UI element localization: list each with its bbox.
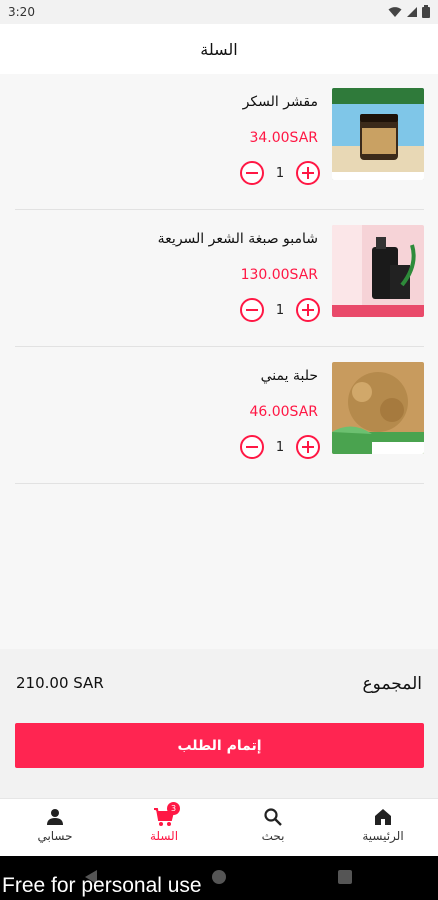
status-time: 3:20	[8, 5, 35, 19]
cart-item: شامبو صبغة الشعر السريعة 130.00SAR 1	[15, 211, 424, 347]
quantity-value: 1	[275, 165, 285, 181]
home-icon	[375, 809, 391, 825]
battery-icon	[422, 5, 430, 18]
decrease-quantity-button[interactable]	[240, 435, 264, 459]
product-name: مقشر السكر	[242, 94, 318, 110]
cart-count-badge: 3	[167, 802, 180, 815]
page-title: السلة	[200, 39, 238, 59]
quantity-value: 1	[275, 302, 285, 318]
nav-label: السلة	[149, 829, 179, 843]
cart-item: مقشر السكر 34.00SAR 1	[15, 74, 424, 210]
increase-quantity-button[interactable]	[296, 435, 320, 459]
product-price: 130.00SAR	[240, 267, 318, 283]
product-name: حلبة يمني	[260, 368, 318, 384]
product-image[interactable]	[332, 88, 424, 180]
nav-item-search[interactable]: بحث	[238, 807, 308, 853]
recents-icon[interactable]	[338, 870, 352, 884]
app-bar: السلة	[0, 24, 438, 74]
total-row: المجموع 210.00 SAR	[0, 672, 438, 702]
quantity-stepper: 1	[240, 434, 320, 460]
nav-item-account[interactable]: حسابي	[20, 807, 90, 853]
total-label: المجموع	[362, 674, 422, 694]
signal-icon	[407, 6, 417, 17]
product-image[interactable]	[332, 225, 424, 317]
status-bar: 3:20	[0, 0, 438, 24]
nav-item-home[interactable]: الرئيسية	[348, 807, 418, 853]
status-icons	[388, 5, 430, 18]
cart-list: مقشر السكر 34.00SAR 1 شامبو صبغة الشعر ا…	[0, 74, 438, 649]
increase-quantity-button[interactable]	[296, 298, 320, 322]
product-price: 46.00SAR	[249, 404, 318, 420]
wifi-icon	[388, 6, 402, 17]
home-button-icon[interactable]	[211, 869, 227, 885]
increase-quantity-button[interactable]	[296, 161, 320, 185]
nav-label: بحث	[261, 829, 285, 843]
product-name: شامبو صبغة الشعر السريعة	[157, 231, 318, 247]
nav-label: حسابي	[37, 829, 73, 843]
decrease-quantity-button[interactable]	[240, 161, 264, 185]
person-icon	[47, 809, 63, 825]
product-image[interactable]	[332, 362, 424, 454]
total-value: 210.00 SAR	[16, 674, 104, 692]
nav-item-cart[interactable]: 3 السلة	[129, 802, 199, 853]
quantity-stepper: 1	[240, 297, 320, 323]
decrease-quantity-button[interactable]	[240, 298, 264, 322]
search-icon	[264, 808, 282, 826]
checkout-button[interactable]: إتمام الطلب	[15, 723, 424, 768]
nav-label: الرئيسية	[362, 829, 404, 843]
quantity-stepper: 1	[240, 160, 320, 186]
cart-item: حلبة يمني 46.00SAR 1	[15, 348, 424, 484]
quantity-value: 1	[275, 439, 285, 455]
product-price: 34.00SAR	[249, 130, 318, 146]
watermark-text: Free for personal use	[2, 874, 202, 897]
bottom-nav: حسابي 3 السلة بحث الرئيسية	[0, 798, 438, 856]
